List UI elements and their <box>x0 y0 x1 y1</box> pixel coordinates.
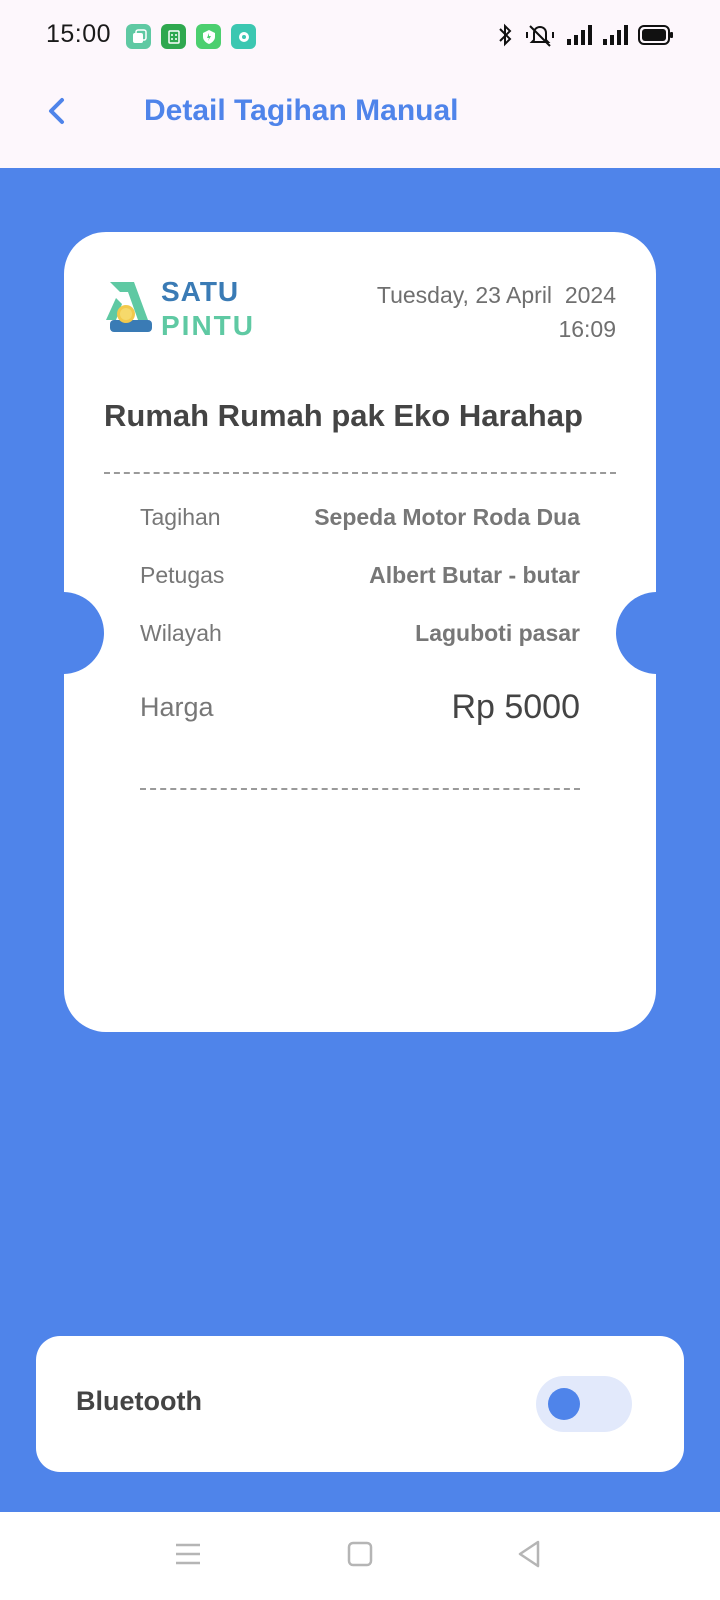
app-bar: Detail Tagihan Manual <box>0 72 720 168</box>
satu-pintu-logo: SATU PINTU <box>104 276 264 346</box>
shield-icon <box>196 24 221 49</box>
logo-mark-icon <box>106 282 152 332</box>
row-label: Petugas <box>140 562 225 588</box>
home-square-icon <box>347 1541 373 1567</box>
menu-button[interactable] <box>168 1534 208 1574</box>
customer-name: Rumah Rumah pak Eko Harahap <box>104 398 583 433</box>
app-screen: 15:00 Detail Tagihan Manual SATU PINTU T… <box>0 0 720 1600</box>
detail-row-petugas: Petugas Albert Butar - butar <box>140 562 580 589</box>
page-title: Detail Tagihan Manual <box>144 94 459 127</box>
row-label: Tagihan <box>140 504 221 530</box>
back-triangle-icon <box>518 1540 540 1568</box>
price-value: Rp 5000 <box>451 688 580 726</box>
back-nav-button[interactable] <box>510 1534 550 1574</box>
signal-icon <box>566 23 592 52</box>
status-bar: 15:00 <box>0 0 720 72</box>
calculator-icon <box>161 24 186 49</box>
row-value: Albert Butar - butar <box>369 562 580 588</box>
home-button[interactable] <box>340 1534 380 1574</box>
receipt-card: SATU PINTU Tuesday, 23 April 2024 16:09 … <box>64 232 656 1032</box>
divider <box>140 788 580 790</box>
bluetooth-icon <box>496 22 514 53</box>
bluetooth-panel: Bluetooth <box>36 1336 684 1472</box>
camera-icon <box>231 24 256 49</box>
battery-icon <box>638 24 674 51</box>
chevron-left-icon <box>49 98 64 124</box>
system-nav-bar <box>0 1512 720 1600</box>
system-status-icons <box>496 22 674 53</box>
transaction-datetime: Tuesday, 23 April 2024 16:09 <box>377 278 616 346</box>
row-value: Sepeda Motor Roda Dua <box>314 504 580 530</box>
detail-row-tagihan: Tagihan Sepeda Motor Roda Dua <box>140 504 580 531</box>
notification-icons <box>126 24 256 49</box>
vibrate-icon <box>524 22 556 53</box>
back-button[interactable] <box>38 92 78 132</box>
bluetooth-toggle[interactable] <box>536 1376 632 1432</box>
row-value: Laguboti pasar <box>415 620 580 646</box>
toggle-knob <box>548 1388 580 1420</box>
ticket-notch-left <box>64 592 104 674</box>
price-label: Harga <box>140 692 214 722</box>
transaction-date: Tuesday, 23 April 2024 <box>376 282 616 308</box>
transaction-time: 16:09 <box>558 316 616 342</box>
logo-text-pintu: PINTU <box>161 310 255 341</box>
logo-text-satu: SATU <box>161 276 240 307</box>
detail-row-wilayah: Wilayah Laguboti pasar <box>140 620 580 647</box>
row-label: Wilayah <box>140 620 222 646</box>
ticket-notch-right <box>616 592 656 674</box>
square-stack-icon <box>126 24 151 49</box>
detail-row-harga: Harga Rp 5000 <box>140 688 580 727</box>
signal-icon <box>602 23 628 52</box>
divider <box>104 472 616 474</box>
bluetooth-label: Bluetooth <box>76 1386 202 1416</box>
menu-icon <box>176 1543 200 1565</box>
status-time: 15:00 <box>46 20 112 48</box>
